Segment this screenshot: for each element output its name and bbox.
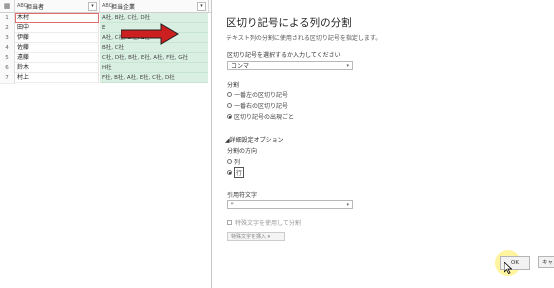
table-row: 3 伊藤 A社, C社, D社, E社 — [0, 33, 212, 44]
cell-person[interactable]: 鈴木 — [15, 63, 99, 73]
radio-selected-icon[interactable] — [227, 170, 232, 175]
option-label: 行 — [234, 167, 245, 178]
button-label: 特殊文字を挿入 — [231, 234, 267, 240]
direction-option-rows[interactable]: 行 — [227, 167, 245, 178]
cell-person[interactable]: 遠藤 — [15, 53, 99, 63]
option-label: 区切り記号の出現ごと — [234, 114, 295, 121]
red-arrow-annotation — [121, 23, 179, 45]
advanced-options-toggle[interactable]: ◢詳細設定オプション — [225, 135, 284, 144]
option-label: 一番左の区切り記号 — [234, 92, 289, 99]
radio-icon[interactable] — [227, 159, 232, 164]
split-option-rightmost[interactable]: 一番右の区切り記号 — [227, 101, 288, 110]
table-row: 5 遠藤 C社, D社, B社, E社, A社, F社, G社 — [0, 53, 212, 64]
quote-label: 引用符文字 — [227, 192, 258, 199]
cell-person[interactable]: 木村 — [15, 13, 99, 23]
column-header-label: 担当企業 — [111, 3, 136, 11]
mouse-pointer-icon — [504, 262, 512, 274]
radio-selected-icon[interactable] — [227, 114, 232, 119]
filter-dropdown-icon[interactable]: ▾ — [197, 1, 206, 11]
chevron-down-icon: ▾ — [346, 202, 349, 208]
cell-companies[interactable]: C社, D社, B社, E社, A社, F社, G社 — [100, 53, 208, 63]
option-label: 列 — [234, 159, 241, 166]
chevron-down-icon: ▾ — [346, 63, 349, 69]
text-type-icon[interactable]: ABC — [102, 3, 112, 9]
cell-companies[interactable]: A社, B社, C社, D社 — [100, 13, 208, 23]
cell-person[interactable]: 伊藤 — [15, 33, 99, 43]
table-row: 4 佐藤 B社, C社 — [0, 43, 212, 54]
table-row: 6 鈴木 H社 — [0, 63, 212, 74]
cell-person[interactable]: 村上 — [15, 73, 99, 83]
cancel-button[interactable]: キャンセル — [538, 256, 554, 268]
data-grid: ▦ ABC 担当者 ▾ ABC 担当企業 ▾ 1 木村 A社, B社, C社, … — [0, 0, 213, 288]
quote-value: " — [231, 202, 234, 209]
cell-person[interactable]: 佐藤 — [15, 43, 99, 53]
column-header-person[interactable]: ABC 担当者 ▾ — [15, 0, 100, 12]
special-characters-checkbox[interactable]: 特殊文字を使用して分割 — [227, 218, 301, 227]
delimiter-label: 区切り記号を選択するか入力してください — [227, 52, 341, 59]
radio-icon[interactable] — [227, 103, 232, 108]
delimiter-value: コンマ — [231, 63, 250, 70]
table-row: 1 木村 A社, B社, C社, D社 — [0, 13, 212, 24]
table-menu-icon[interactable]: ▦ — [0, 0, 15, 12]
delimiter-select[interactable]: コンマ ▾ — [227, 61, 353, 70]
filter-dropdown-icon[interactable]: ▾ — [88, 1, 97, 11]
cell-companies[interactable]: H社 — [100, 63, 208, 73]
checkbox-icon[interactable] — [227, 220, 232, 225]
advanced-options-label: 詳細設定オプション — [229, 137, 284, 144]
column-header-label: 担当者 — [26, 3, 45, 11]
direction-label: 分割の方向 — [227, 148, 258, 155]
text-type-icon[interactable]: ABC — [17, 3, 27, 9]
quote-select[interactable]: " ▾ — [227, 200, 353, 209]
direction-option-columns[interactable]: 列 — [227, 157, 240, 166]
checkbox-label: 特殊文字を使用して分割 — [235, 220, 301, 227]
radio-icon[interactable] — [227, 92, 232, 97]
column-header-companies[interactable]: ABC 担当企業 ▾ — [100, 0, 209, 12]
chevron-down-icon: ▾ — [267, 234, 271, 240]
insert-special-character-button[interactable]: 特殊文字を挿入 ▾ — [227, 232, 285, 241]
dialog-title: 区切り記号による列の分割 — [226, 17, 352, 29]
row-number: 7 — [0, 73, 15, 84]
cell-companies[interactable]: F社, B社, A社, E社, C社, D社 — [100, 73, 208, 83]
split-option-leftmost[interactable]: 一番左の区切り記号 — [227, 90, 288, 99]
table-row: 2 田中 E — [0, 23, 212, 34]
option-label: 一番右の区切り記号 — [234, 103, 289, 110]
split-label: 分割 — [227, 82, 240, 89]
grid-header: ▦ ABC 担当者 ▾ ABC 担当企業 ▾ — [0, 0, 212, 13]
split-column-dialog: 区切り記号による列の分割 テキスト列の分割に使用される区切り記号を指定します。 … — [211, 0, 554, 288]
cell-person[interactable]: 田中 — [15, 23, 99, 33]
split-option-each[interactable]: 区切り記号の出現ごと — [227, 112, 294, 121]
dialog-description: テキスト列の分割に使用される区切り記号を指定します。 — [226, 35, 382, 42]
table-row: 7 村上 F社, B社, A社, E社, C社, D社 — [0, 73, 212, 84]
